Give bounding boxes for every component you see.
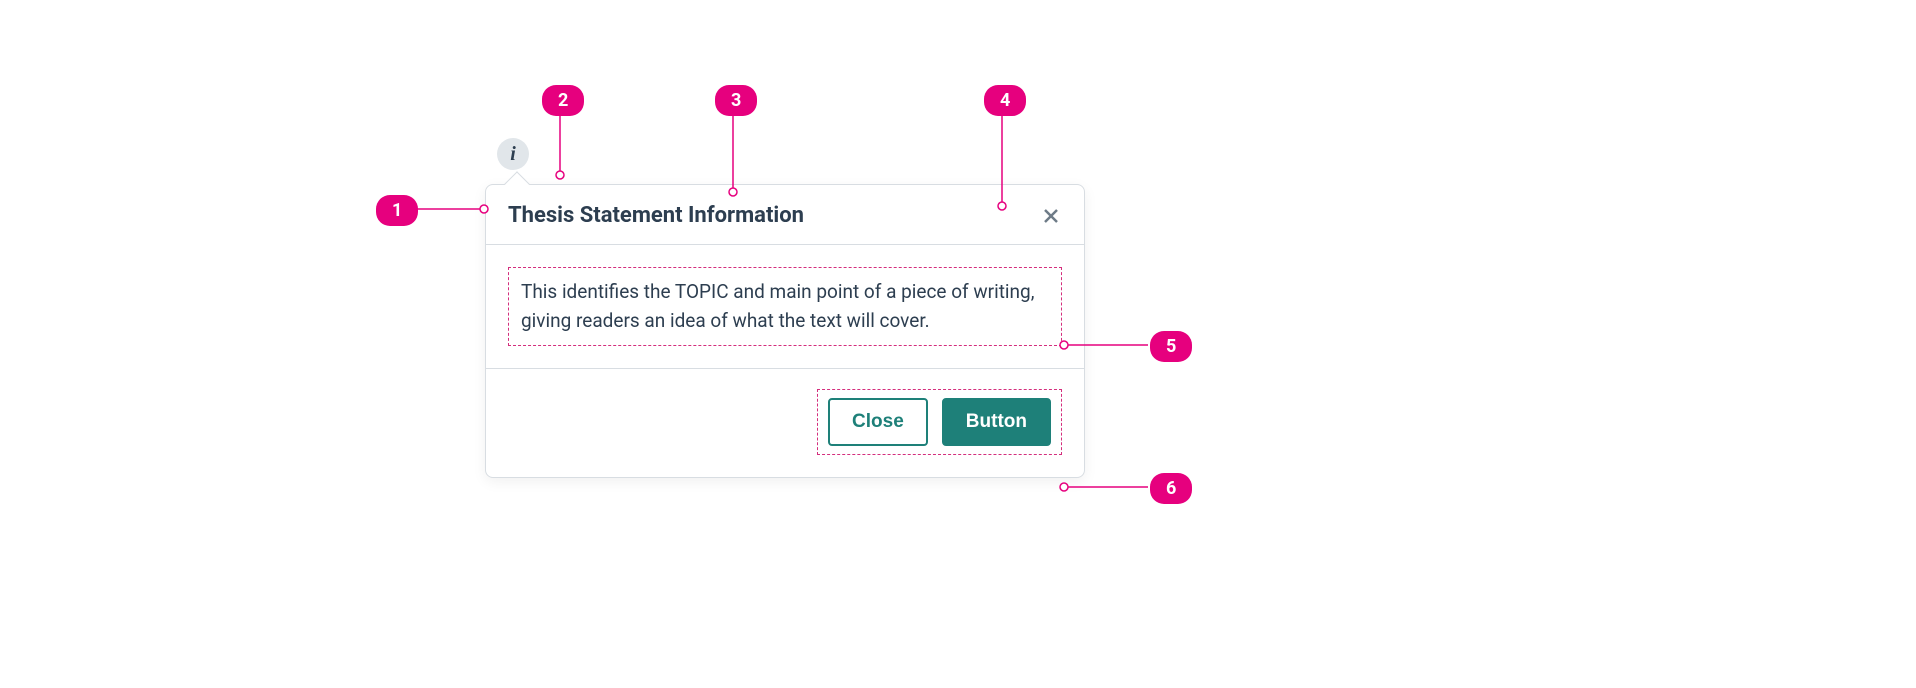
callout-label: 5 (1166, 336, 1176, 357)
close-button-label: Close (852, 411, 904, 432)
callout-label: 4 (1000, 90, 1010, 111)
popover-footer-highlight: Close Button (817, 389, 1062, 455)
callout-badge-1: 1 (376, 195, 418, 226)
popover-body: This identifies the TOPIC and main point… (486, 245, 1084, 369)
callout-badge-5: 5 (1150, 331, 1192, 362)
popover-body-text: This identifies the TOPIC and main point… (521, 280, 1034, 332)
info-icon-glyph: i (510, 143, 516, 166)
popover-title: Thesis Statement Information (508, 203, 804, 228)
callout-label: 3 (731, 90, 741, 111)
close-icon[interactable] (1040, 205, 1062, 227)
callout-badge-4: 4 (984, 85, 1026, 116)
callout-label: 1 (392, 200, 402, 221)
close-button[interactable]: Close (828, 398, 928, 446)
callout-label: 2 (558, 90, 568, 111)
info-icon[interactable]: i (497, 138, 529, 170)
callout-badge-2: 2 (542, 85, 584, 116)
popover-header: Thesis Statement Information (486, 185, 1084, 245)
primary-button[interactable]: Button (942, 398, 1051, 446)
diagram-canvas: i Thesis Statement Information This iden… (0, 0, 1916, 688)
popover-footer: Close Button (486, 369, 1084, 477)
popover-body-highlight: This identifies the TOPIC and main point… (508, 267, 1062, 346)
callout-label: 6 (1166, 478, 1176, 499)
callout-badge-6: 6 (1150, 473, 1192, 504)
primary-button-label: Button (966, 411, 1027, 432)
popover-container: Thesis Statement Information This identi… (485, 184, 1085, 478)
callout-badge-3: 3 (715, 85, 757, 116)
